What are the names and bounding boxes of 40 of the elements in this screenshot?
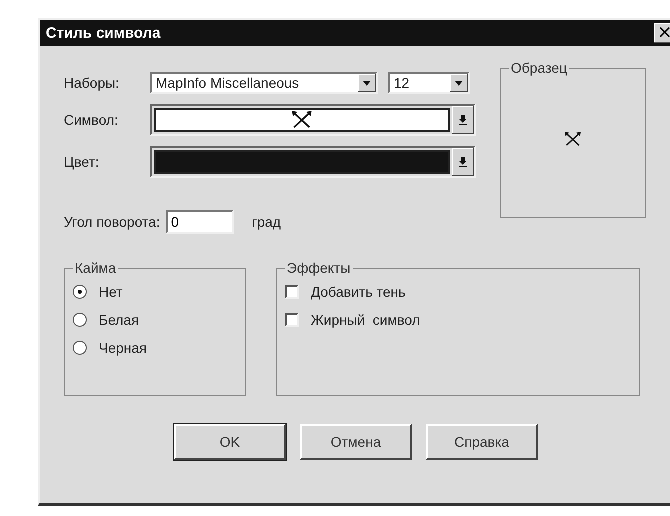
radio-button[interactable] (73, 313, 87, 327)
option-label: Черная (99, 340, 148, 356)
unit-label: град (252, 214, 282, 230)
option-label: Добавить тень (311, 284, 406, 300)
down-arrow-icon (459, 157, 467, 167)
field-label: Наборы: (64, 75, 120, 91)
color-picker[interactable] (150, 146, 476, 178)
group-title: Образец (510, 60, 568, 76)
down-arrow-icon (459, 115, 467, 125)
dialog-button[interactable]: OK (174, 424, 286, 460)
crossed-arrows-icon (564, 132, 582, 146)
radio-button[interactable] (73, 341, 87, 355)
option-label: Нет (99, 284, 123, 300)
caret-icon (363, 80, 371, 86)
crossed-arrows-icon (291, 111, 313, 129)
option-label: Белая (99, 312, 140, 328)
caret-icon (455, 80, 463, 86)
checkbox[interactable] (285, 285, 299, 299)
radio-button[interactable] (73, 285, 87, 299)
dropdown-button[interactable] (358, 74, 376, 92)
dialog-button[interactable]: Справка (426, 424, 538, 460)
checkbox[interactable] (285, 313, 299, 327)
close-button[interactable]: × (654, 23, 670, 43)
font-set-dropdown[interactable]: MapInfo Miscellaneous (150, 72, 378, 94)
field-label: Символ: (64, 112, 120, 128)
window-title: Стиль символа (46, 24, 161, 42)
field-label: Угол поворота: (64, 214, 160, 230)
angle-field[interactable]: 0 (166, 210, 234, 234)
dropdown-value: MapInfo Miscellaneous (155, 75, 300, 91)
dropdown-button[interactable] (450, 74, 468, 92)
size-dropdown[interactable]: 12 (388, 72, 470, 94)
dropdown-value: 12 (393, 75, 411, 91)
field-label: Цвет: (64, 154, 100, 170)
symbol-picker[interactable] (150, 104, 476, 136)
dropdown-button[interactable] (452, 106, 474, 134)
group-title: Кайма (74, 260, 118, 276)
option-label: Жирный символ (311, 312, 420, 328)
dialog-button[interactable]: Отмена (300, 424, 412, 460)
group-title: Эффекты (286, 260, 352, 276)
dropdown-button[interactable] (452, 148, 474, 176)
